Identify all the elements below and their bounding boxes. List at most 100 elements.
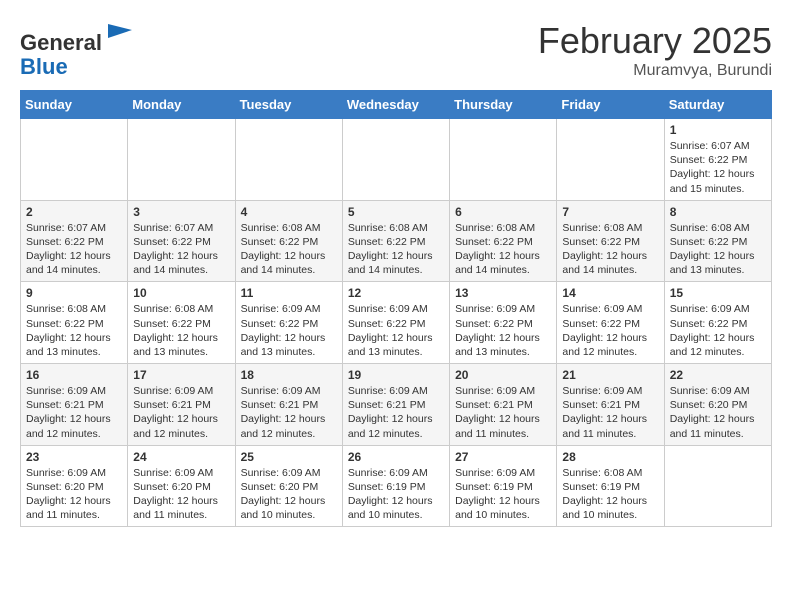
calendar-cell: 9Sunrise: 6:08 AM Sunset: 6:22 PM Daylig… <box>21 282 128 364</box>
day-number: 24 <box>133 450 229 464</box>
day-number: 21 <box>562 368 658 382</box>
day-info: Sunrise: 6:09 AM Sunset: 6:20 PM Dayligh… <box>26 466 122 523</box>
calendar-cell <box>342 119 449 201</box>
day-info: Sunrise: 6:09 AM Sunset: 6:22 PM Dayligh… <box>670 302 766 359</box>
day-info: Sunrise: 6:09 AM Sunset: 6:19 PM Dayligh… <box>348 466 444 523</box>
logo-blue: Blue <box>20 54 68 79</box>
logo-flag-icon <box>104 20 134 50</box>
day-info: Sunrise: 6:08 AM Sunset: 6:22 PM Dayligh… <box>348 221 444 278</box>
day-info: Sunrise: 6:07 AM Sunset: 6:22 PM Dayligh… <box>133 221 229 278</box>
day-info: Sunrise: 6:09 AM Sunset: 6:22 PM Dayligh… <box>241 302 337 359</box>
day-info: Sunrise: 6:09 AM Sunset: 6:20 PM Dayligh… <box>241 466 337 523</box>
calendar-cell: 27 Sunrise: 6:09 AM Sunset: 6:19 PM Dayli… <box>450 445 557 527</box>
location-subtitle: Muramvya, Burundi <box>538 62 772 80</box>
day-number: 20 <box>455 368 551 382</box>
day-info: Sunrise: 6:09 AM Sunset: 6:20 PM Dayligh… <box>133 466 229 523</box>
day-number: 3 <box>133 205 229 219</box>
day-number: 9 <box>26 286 122 300</box>
day-number: 1 <box>670 123 766 137</box>
day-info: Sunrise: 6:08 AM Sunset: 6:22 PM Dayligh… <box>562 221 658 278</box>
calendar-cell: 13 Sunrise: 6:09 AM Sunset: 6:22 PM Dayli… <box>450 282 557 364</box>
day-info: Sunrise: 6:08 AM Sunset: 6:22 PM Dayligh… <box>670 221 766 278</box>
day-number: 6 <box>455 205 551 219</box>
calendar-cell: 22 Sunrise: 6:09 AM Sunset: 6:20 PM Dayli… <box>664 364 771 446</box>
calendar-cell: 25 Sunrise: 6:09 AM Sunset: 6:20 PM Dayli… <box>235 445 342 527</box>
day-info: Sunrise: 6:09 AM Sunset: 6:21 PM Dayligh… <box>133 384 229 441</box>
weekday-header-tuesday: Tuesday <box>235 91 342 119</box>
calendar-table: SundayMondayTuesdayWednesdayThursdayFrid… <box>20 90 772 527</box>
day-number: 5 <box>348 205 444 219</box>
calendar-cell: 18Sunrise: 6:09 AM Sunset: 6:21 PM Dayli… <box>235 364 342 446</box>
calendar-cell <box>450 119 557 201</box>
day-number: 7 <box>562 205 658 219</box>
day-number: 2 <box>26 205 122 219</box>
day-number: 14 <box>562 286 658 300</box>
day-info: Sunrise: 6:09 AM Sunset: 6:22 PM Dayligh… <box>562 302 658 359</box>
weekday-header-row: SundayMondayTuesdayWednesdayThursdayFrid… <box>21 91 772 119</box>
day-info: Sunrise: 6:07 AM Sunset: 6:22 PM Dayligh… <box>26 221 122 278</box>
day-info: Sunrise: 6:07 AM Sunset: 6:22 PM Dayligh… <box>670 139 766 196</box>
day-number: 23 <box>26 450 122 464</box>
day-number: 27 <box>455 450 551 464</box>
calendar-week-3: 9 Sunrise: 6:08 AM Sunset: 6:22 PM Daylig… <box>21 282 772 364</box>
calendar-cell: 21 Sunrise: 6:09 AM Sunset: 6:21 PM Dayli… <box>557 364 664 446</box>
day-number: 22 <box>670 368 766 382</box>
calendar-cell: 17 Sunrise: 6:09 AM Sunset: 6:21 PM Dayli… <box>128 364 235 446</box>
calendar-cell: 19 Sunrise: 6:09 AM Sunset: 6:21 PM Dayli… <box>342 364 449 446</box>
day-info: Sunrise: 6:09 AM Sunset: 6:19 PM Dayligh… <box>455 466 551 523</box>
calendar-cell: 10 Sunrise: 6:08 AM Sunset: 6:22 PM Dayli… <box>128 282 235 364</box>
weekday-header-saturday: Saturday <box>664 91 771 119</box>
calendar-week-4: 16 Sunrise: 6:09 AM Sunset: 6:21 PM Dayli… <box>21 364 772 446</box>
calendar-cell: 1 Sunrise: 6:07 AM Sunset: 6:22 PM Daylig… <box>664 119 771 201</box>
day-number: 4 <box>241 205 337 219</box>
calendar-cell <box>21 119 128 201</box>
calendar-week-5: 23 Sunrise: 6:09 AM Sunset: 6:20 PM Dayli… <box>21 445 772 527</box>
day-number: 26 <box>348 450 444 464</box>
day-number: 13 <box>455 286 551 300</box>
calendar-week-1: 1 Sunrise: 6:07 AM Sunset: 6:22 PM Daylig… <box>21 119 772 201</box>
calendar-cell: 5 Sunrise: 6:08 AM Sunset: 6:22 PM Daylig… <box>342 200 449 282</box>
day-number: 8 <box>670 205 766 219</box>
weekday-header-wednesday: Wednesday <box>342 91 449 119</box>
day-info: Sunrise: 6:09 AM Sunset: 6:22 PM Dayligh… <box>348 302 444 359</box>
weekday-header-monday: Monday <box>128 91 235 119</box>
weekday-header-sunday: Sunday <box>21 91 128 119</box>
day-number: 19 <box>348 368 444 382</box>
day-number: 17 <box>133 368 229 382</box>
day-info: Sunrise: 6:09 AM Sunset: 6:21 PM Dayligh… <box>455 384 551 441</box>
calendar-cell: 7 Sunrise: 6:08 AM Sunset: 6:22 PM Daylig… <box>557 200 664 282</box>
calendar-cell: 28 Sunrise: 6:08 AM Sunset: 6:19 PM Dayli… <box>557 445 664 527</box>
calendar-cell: 26 Sunrise: 6:09 AM Sunset: 6:19 PM Dayli… <box>342 445 449 527</box>
calendar-cell <box>235 119 342 201</box>
day-info: Sunrise: 6:09 AM Sunset: 6:21 PM Dayligh… <box>348 384 444 441</box>
day-number: 25 <box>241 450 337 464</box>
day-number: 12 <box>348 286 444 300</box>
day-number: 15 <box>670 286 766 300</box>
calendar-cell: 12 Sunrise: 6:09 AM Sunset: 6:22 PM Dayli… <box>342 282 449 364</box>
day-info: Sunrise: 6:08 AM Sunset: 6:22 PM Dayligh… <box>133 302 229 359</box>
day-info: Sunrise: 6:08 AM Sunset: 6:19 PM Dayligh… <box>562 466 658 523</box>
day-info: Sunrise: 6:09 AM Sunset: 6:21 PM Dayligh… <box>241 384 337 441</box>
day-info: Sunrise: 6:09 AM Sunset: 6:21 PM Dayligh… <box>26 384 122 441</box>
calendar-cell: 15 Sunrise: 6:09 AM Sunset: 6:22 PM Dayli… <box>664 282 771 364</box>
day-info: Sunrise: 6:09 AM Sunset: 6:21 PM Dayligh… <box>562 384 658 441</box>
title-block: February 2025 Muramvya, Burundi <box>538 20 772 80</box>
calendar-cell: 24 Sunrise: 6:09 AM Sunset: 6:20 PM Dayli… <box>128 445 235 527</box>
weekday-header-friday: Friday <box>557 91 664 119</box>
calendar-cell: 6 Sunrise: 6:08 AM Sunset: 6:22 PM Daylig… <box>450 200 557 282</box>
calendar-cell: 4Sunrise: 6:08 AM Sunset: 6:22 PM Daylig… <box>235 200 342 282</box>
day-number: 16 <box>26 368 122 382</box>
calendar-cell: 16 Sunrise: 6:09 AM Sunset: 6:21 PM Dayli… <box>21 364 128 446</box>
day-info: Sunrise: 6:09 AM Sunset: 6:20 PM Dayligh… <box>670 384 766 441</box>
day-info: Sunrise: 6:08 AM Sunset: 6:22 PM Dayligh… <box>455 221 551 278</box>
page-header: General Blue February 2025 Muramvya, Bur… <box>20 20 772 80</box>
day-number: 10 <box>133 286 229 300</box>
weekday-header-thursday: Thursday <box>450 91 557 119</box>
calendar-cell <box>557 119 664 201</box>
calendar-cell: 3 Sunrise: 6:07 AM Sunset: 6:22 PM Daylig… <box>128 200 235 282</box>
day-number: 28 <box>562 450 658 464</box>
logo: General Blue <box>20 20 134 79</box>
calendar-cell: 14 Sunrise: 6:09 AM Sunset: 6:22 PM Dayli… <box>557 282 664 364</box>
calendar-cell: 23 Sunrise: 6:09 AM Sunset: 6:20 PM Dayli… <box>21 445 128 527</box>
day-info: Sunrise: 6:09 AM Sunset: 6:22 PM Dayligh… <box>455 302 551 359</box>
